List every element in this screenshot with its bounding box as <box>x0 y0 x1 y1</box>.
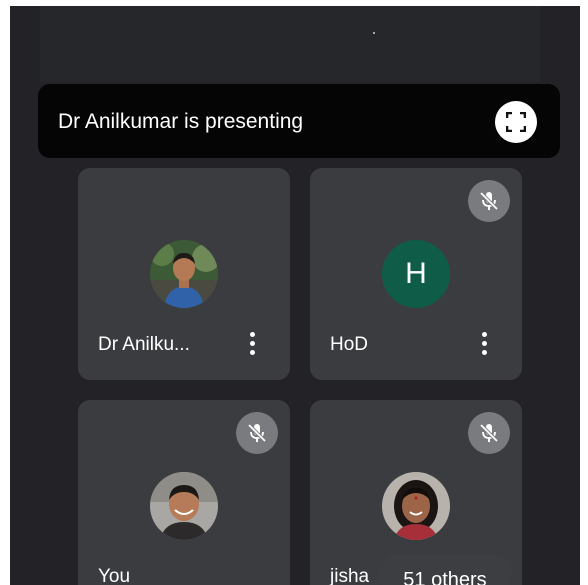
mic-off-icon <box>479 423 499 443</box>
participant-avatar: H <box>382 240 450 308</box>
participant-avatar <box>382 472 450 540</box>
participant-avatar <box>150 472 218 540</box>
more-vert-icon <box>481 332 487 337</box>
presentation-content-dot <box>373 32 375 34</box>
fullscreen-button[interactable] <box>495 101 537 143</box>
meeting-screen: Dr Anilkumar is presenting Dr Anilku... <box>10 6 580 585</box>
participant-tile[interactable]: Dr Anilku... <box>78 168 290 380</box>
participant-avatar <box>150 240 218 308</box>
participant-tile[interactable]: H HoD <box>310 168 522 380</box>
mic-off-badge <box>468 180 510 222</box>
mic-off-badge <box>468 412 510 454</box>
more-vert-icon <box>249 332 255 337</box>
participant-name: jisha <box>330 566 370 585</box>
fullscreen-icon <box>506 112 526 132</box>
participant-name: Dr Anilku... <box>98 334 190 355</box>
mic-off-icon <box>479 191 499 211</box>
presenting-banner-text: Dr Anilkumar is presenting <box>58 110 304 133</box>
others-button[interactable]: 51 others <box>378 554 512 585</box>
mic-off-icon <box>247 423 267 443</box>
more-options-button[interactable] <box>242 328 262 362</box>
more-options-button[interactable] <box>474 328 494 362</box>
presentation-view <box>40 6 540 82</box>
participant-tile[interactable]: You <box>78 400 290 585</box>
participant-name: HoD <box>330 334 369 355</box>
participant-name: You <box>98 566 131 585</box>
presenting-banner: Dr Anilkumar is presenting <box>38 84 560 158</box>
mic-off-badge <box>236 412 278 454</box>
